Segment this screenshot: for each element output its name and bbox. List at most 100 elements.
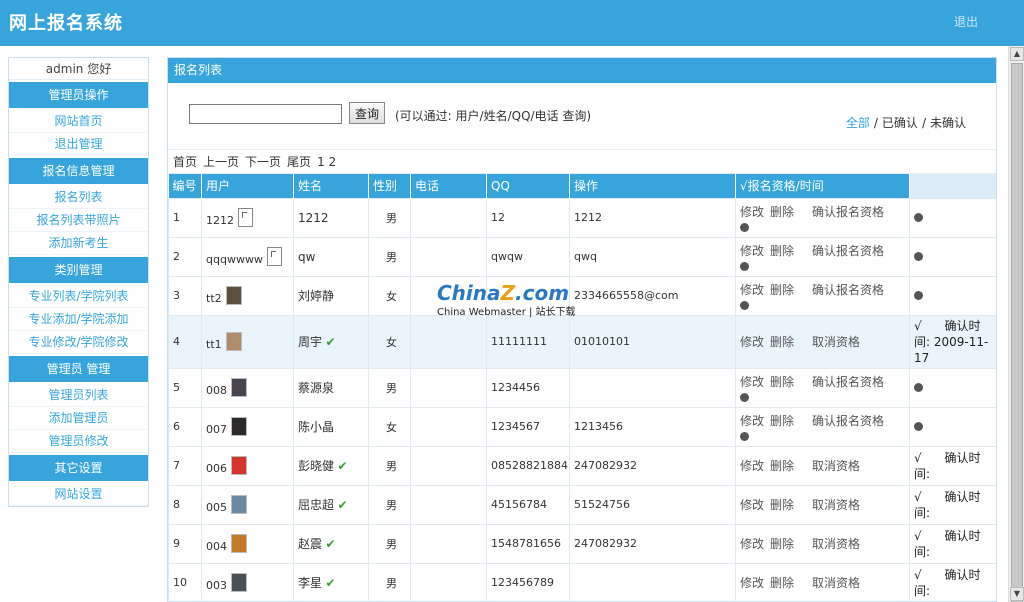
delete-link[interactable]: 删除 xyxy=(770,373,794,390)
delete-link[interactable]: 删除 xyxy=(770,333,794,350)
cancel-qualification-link[interactable]: 取消资格 xyxy=(812,496,860,513)
delete-link[interactable]: 删除 xyxy=(770,281,794,298)
photo-thumbnail[interactable] xyxy=(225,332,242,351)
sidebar-link[interactable]: 专业修改/学院修改 xyxy=(9,331,148,354)
status-cell: √ 确认时间: 2009-11-17 xyxy=(914,318,996,366)
vertical-scrollbar[interactable]: ▲ ▼ xyxy=(1008,46,1024,602)
search-input[interactable] xyxy=(189,104,342,124)
cell-user: 005 xyxy=(206,501,227,514)
delete-link[interactable]: 删除 xyxy=(770,496,794,513)
sidebar-link[interactable]: 管理员列表 xyxy=(9,384,148,407)
edit-link[interactable]: 修改 xyxy=(740,242,764,259)
delete-link[interactable]: 删除 xyxy=(770,535,794,552)
cell-phone xyxy=(410,314,487,369)
status-dot-icon xyxy=(914,291,923,300)
search-button[interactable]: 查询 xyxy=(349,102,385,124)
sidebar-link[interactable]: 退出管理 xyxy=(9,133,148,156)
cell-user: 008 xyxy=(206,384,227,397)
status-dot-icon xyxy=(740,393,749,402)
sidebar-link[interactable]: 报名列表 xyxy=(9,186,148,209)
cell-phone xyxy=(410,197,487,238)
cell-extra xyxy=(569,562,736,601)
confirm-qualification-link[interactable]: 确认报名资格 xyxy=(812,203,884,220)
table-row: 3 tt2 刘婷静 女 2334665558@com 修改 删除 确认报名资格 xyxy=(168,275,996,316)
check-mark: √ xyxy=(914,318,922,333)
sidebar-link[interactable]: 专业列表/学院列表 xyxy=(9,285,148,308)
pager: 首页 上一页 下一页 尾页 1 2 xyxy=(168,150,996,174)
pager-last[interactable]: 尾页 xyxy=(287,155,311,169)
edit-link[interactable]: 修改 xyxy=(740,574,764,591)
cancel-qualification-link[interactable]: 取消资格 xyxy=(812,457,860,474)
table-row: 9 004 赵震 ✔ 男 1548781656 247082932 修改 删除 取消资格 √ 确认… xyxy=(168,523,996,564)
confirm-qualification-link[interactable]: 确认报名资格 xyxy=(812,281,884,298)
cell-phone xyxy=(410,484,487,525)
delete-link[interactable]: 删除 xyxy=(770,574,794,591)
cell-id: 3 xyxy=(168,275,202,316)
cell-user: 007 xyxy=(206,423,227,436)
status-dot-icon xyxy=(740,432,749,441)
cell-phone xyxy=(410,562,487,601)
sidebar-link[interactable]: 管理员修改 xyxy=(9,430,148,453)
cell-name: 屈忠超 xyxy=(298,498,335,512)
logout-link[interactable]: 退出 xyxy=(954,13,978,30)
confirm-qualification-link[interactable]: 确认报名资格 xyxy=(812,373,884,390)
sidebar-link[interactable]: 网站首页 xyxy=(9,110,148,133)
pager-first[interactable]: 首页 xyxy=(173,155,197,169)
photo-thumbnail[interactable] xyxy=(225,286,242,305)
filter-confirmed[interactable]: 已确认 xyxy=(882,116,918,130)
status-dot-icon xyxy=(914,213,923,222)
edit-link[interactable]: 修改 xyxy=(740,203,764,220)
cell-phone xyxy=(410,406,487,447)
sidebar-link[interactable]: 添加新考生 xyxy=(9,232,148,255)
photo-placeholder-icon[interactable] xyxy=(266,247,282,266)
pager-pages[interactable]: 1 2 xyxy=(317,155,336,169)
photo-placeholder-icon[interactable] xyxy=(238,208,253,227)
photo-thumbnail[interactable] xyxy=(231,417,247,436)
photo-thumbnail[interactable] xyxy=(231,495,247,514)
delete-link[interactable]: 删除 xyxy=(770,412,794,429)
filter-all[interactable]: 全部 xyxy=(846,116,870,130)
table-row: 6 007 陈小晶 女 1234567 1213456 修改 删除 确认报名资格 xyxy=(168,406,996,447)
edit-link[interactable]: 修改 xyxy=(740,281,764,298)
confirm-qualification-link[interactable]: 确认报名资格 xyxy=(812,242,884,259)
status-dot-icon xyxy=(740,262,749,271)
sidebar-section-head: 其它设置 xyxy=(9,455,148,481)
sidebar-section-head: 管理员 管理 xyxy=(9,356,148,382)
sidebar-link[interactable]: 网站设置 xyxy=(9,483,148,506)
cell-id: 6 xyxy=(168,406,202,447)
photo-thumbnail[interactable] xyxy=(231,534,247,553)
checkmark-icon: ✔ xyxy=(325,335,336,349)
search-bar: 查询 (可以通过: 用户/姓名/QQ/电话 查询) 全部 / 已确认 / 未确认 xyxy=(168,83,996,150)
edit-link[interactable]: 修改 xyxy=(740,373,764,390)
cell-extra: 247082932 xyxy=(569,445,736,486)
cell-gender: 男 xyxy=(368,562,411,601)
delete-link[interactable]: 删除 xyxy=(770,242,794,259)
photo-thumbnail[interactable] xyxy=(231,456,247,475)
cancel-qualification-link[interactable]: 取消资格 xyxy=(812,535,860,552)
photo-thumbnail[interactable] xyxy=(231,378,247,397)
cancel-qualification-link[interactable]: 取消资格 xyxy=(812,574,860,591)
edit-link[interactable]: 修改 xyxy=(740,535,764,552)
cell-phone xyxy=(410,523,487,564)
scroll-thumb[interactable] xyxy=(1011,63,1023,602)
confirm-qualification-link[interactable]: 确认报名资格 xyxy=(812,412,884,429)
edit-link[interactable]: 修改 xyxy=(740,457,764,474)
cancel-qualification-link[interactable]: 取消资格 xyxy=(812,333,860,350)
edit-link[interactable]: 修改 xyxy=(740,333,764,350)
sidebar-link[interactable]: 添加管理员 xyxy=(9,407,148,430)
edit-link[interactable]: 修改 xyxy=(740,496,764,513)
sidebar-link[interactable]: 专业添加/学院添加 xyxy=(9,308,148,331)
delete-link[interactable]: 删除 xyxy=(770,457,794,474)
filter-unconfirmed[interactable]: 未确认 xyxy=(930,116,966,130)
delete-link[interactable]: 删除 xyxy=(770,203,794,220)
edit-link[interactable]: 修改 xyxy=(740,412,764,429)
photo-thumbnail[interactable] xyxy=(231,573,247,592)
status-dot-icon xyxy=(914,383,923,392)
sidebar-link[interactable]: 报名列表带照片 xyxy=(9,209,148,232)
cell-gender: 女 xyxy=(368,314,411,369)
scroll-up-icon[interactable]: ▲ xyxy=(1010,47,1024,61)
scroll-down-icon[interactable]: ▼ xyxy=(1010,587,1024,601)
cell-gender: 女 xyxy=(368,406,411,447)
pager-next[interactable]: 下一页 xyxy=(245,155,281,169)
pager-prev[interactable]: 上一页 xyxy=(203,155,239,169)
